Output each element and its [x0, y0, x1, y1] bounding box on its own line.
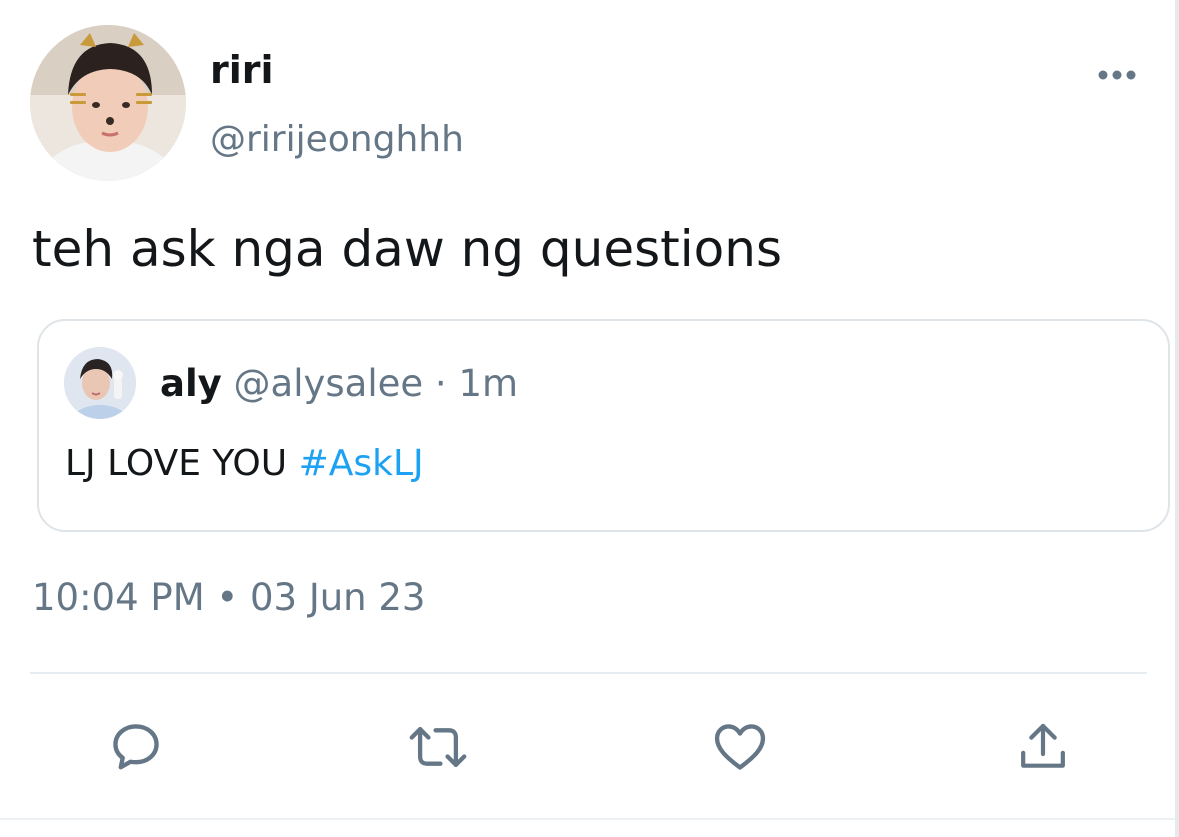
reply-icon — [113, 724, 159, 770]
more-options-button[interactable] — [1092, 58, 1142, 92]
panel-edge — [1175, 0, 1179, 837]
author-avatar[interactable] — [30, 25, 186, 181]
quoted-meta: @alysalee · 1m — [233, 362, 519, 405]
like-button[interactable] — [705, 712, 775, 782]
quoted-author-avatar[interactable] — [64, 347, 136, 419]
author-handle[interactable]: @ririjeonghhh — [210, 114, 464, 166]
share-button[interactable] — [1008, 712, 1078, 782]
hashtag-link[interactable]: #AskLJ — [299, 443, 424, 484]
divider — [30, 672, 1147, 674]
quoted-text-body: LJ LOVE YOU — [65, 443, 288, 484]
share-icon — [1021, 723, 1065, 768]
retweet-icon — [409, 726, 467, 768]
tweet-timestamp: 10:04 PM • 03 Jun 23 — [32, 576, 426, 619]
tweet-text: teh ask nga daw ng questions — [32, 220, 782, 278]
quoted-display-name[interactable]: aly — [160, 362, 222, 405]
tweet-detail: riri @ririjeonghhh teh ask nga daw ng qu… — [0, 0, 1179, 837]
author-display-name[interactable]: riri — [210, 44, 274, 96]
reply-button[interactable] — [101, 712, 171, 782]
retweet-button[interactable] — [403, 712, 473, 782]
quoted-tweet-card[interactable]: aly @alysalee · 1m LJ LOVE YOU #AskLJ — [37, 319, 1170, 532]
bottom-divider — [0, 818, 1179, 820]
quoted-tweet-header: aly @alysalee · 1m — [160, 359, 518, 409]
quoted-tweet-text: LJ LOVE YOU #AskLJ — [65, 439, 424, 489]
more-horizontal-icon — [1098, 70, 1136, 80]
heart-icon — [714, 724, 766, 770]
